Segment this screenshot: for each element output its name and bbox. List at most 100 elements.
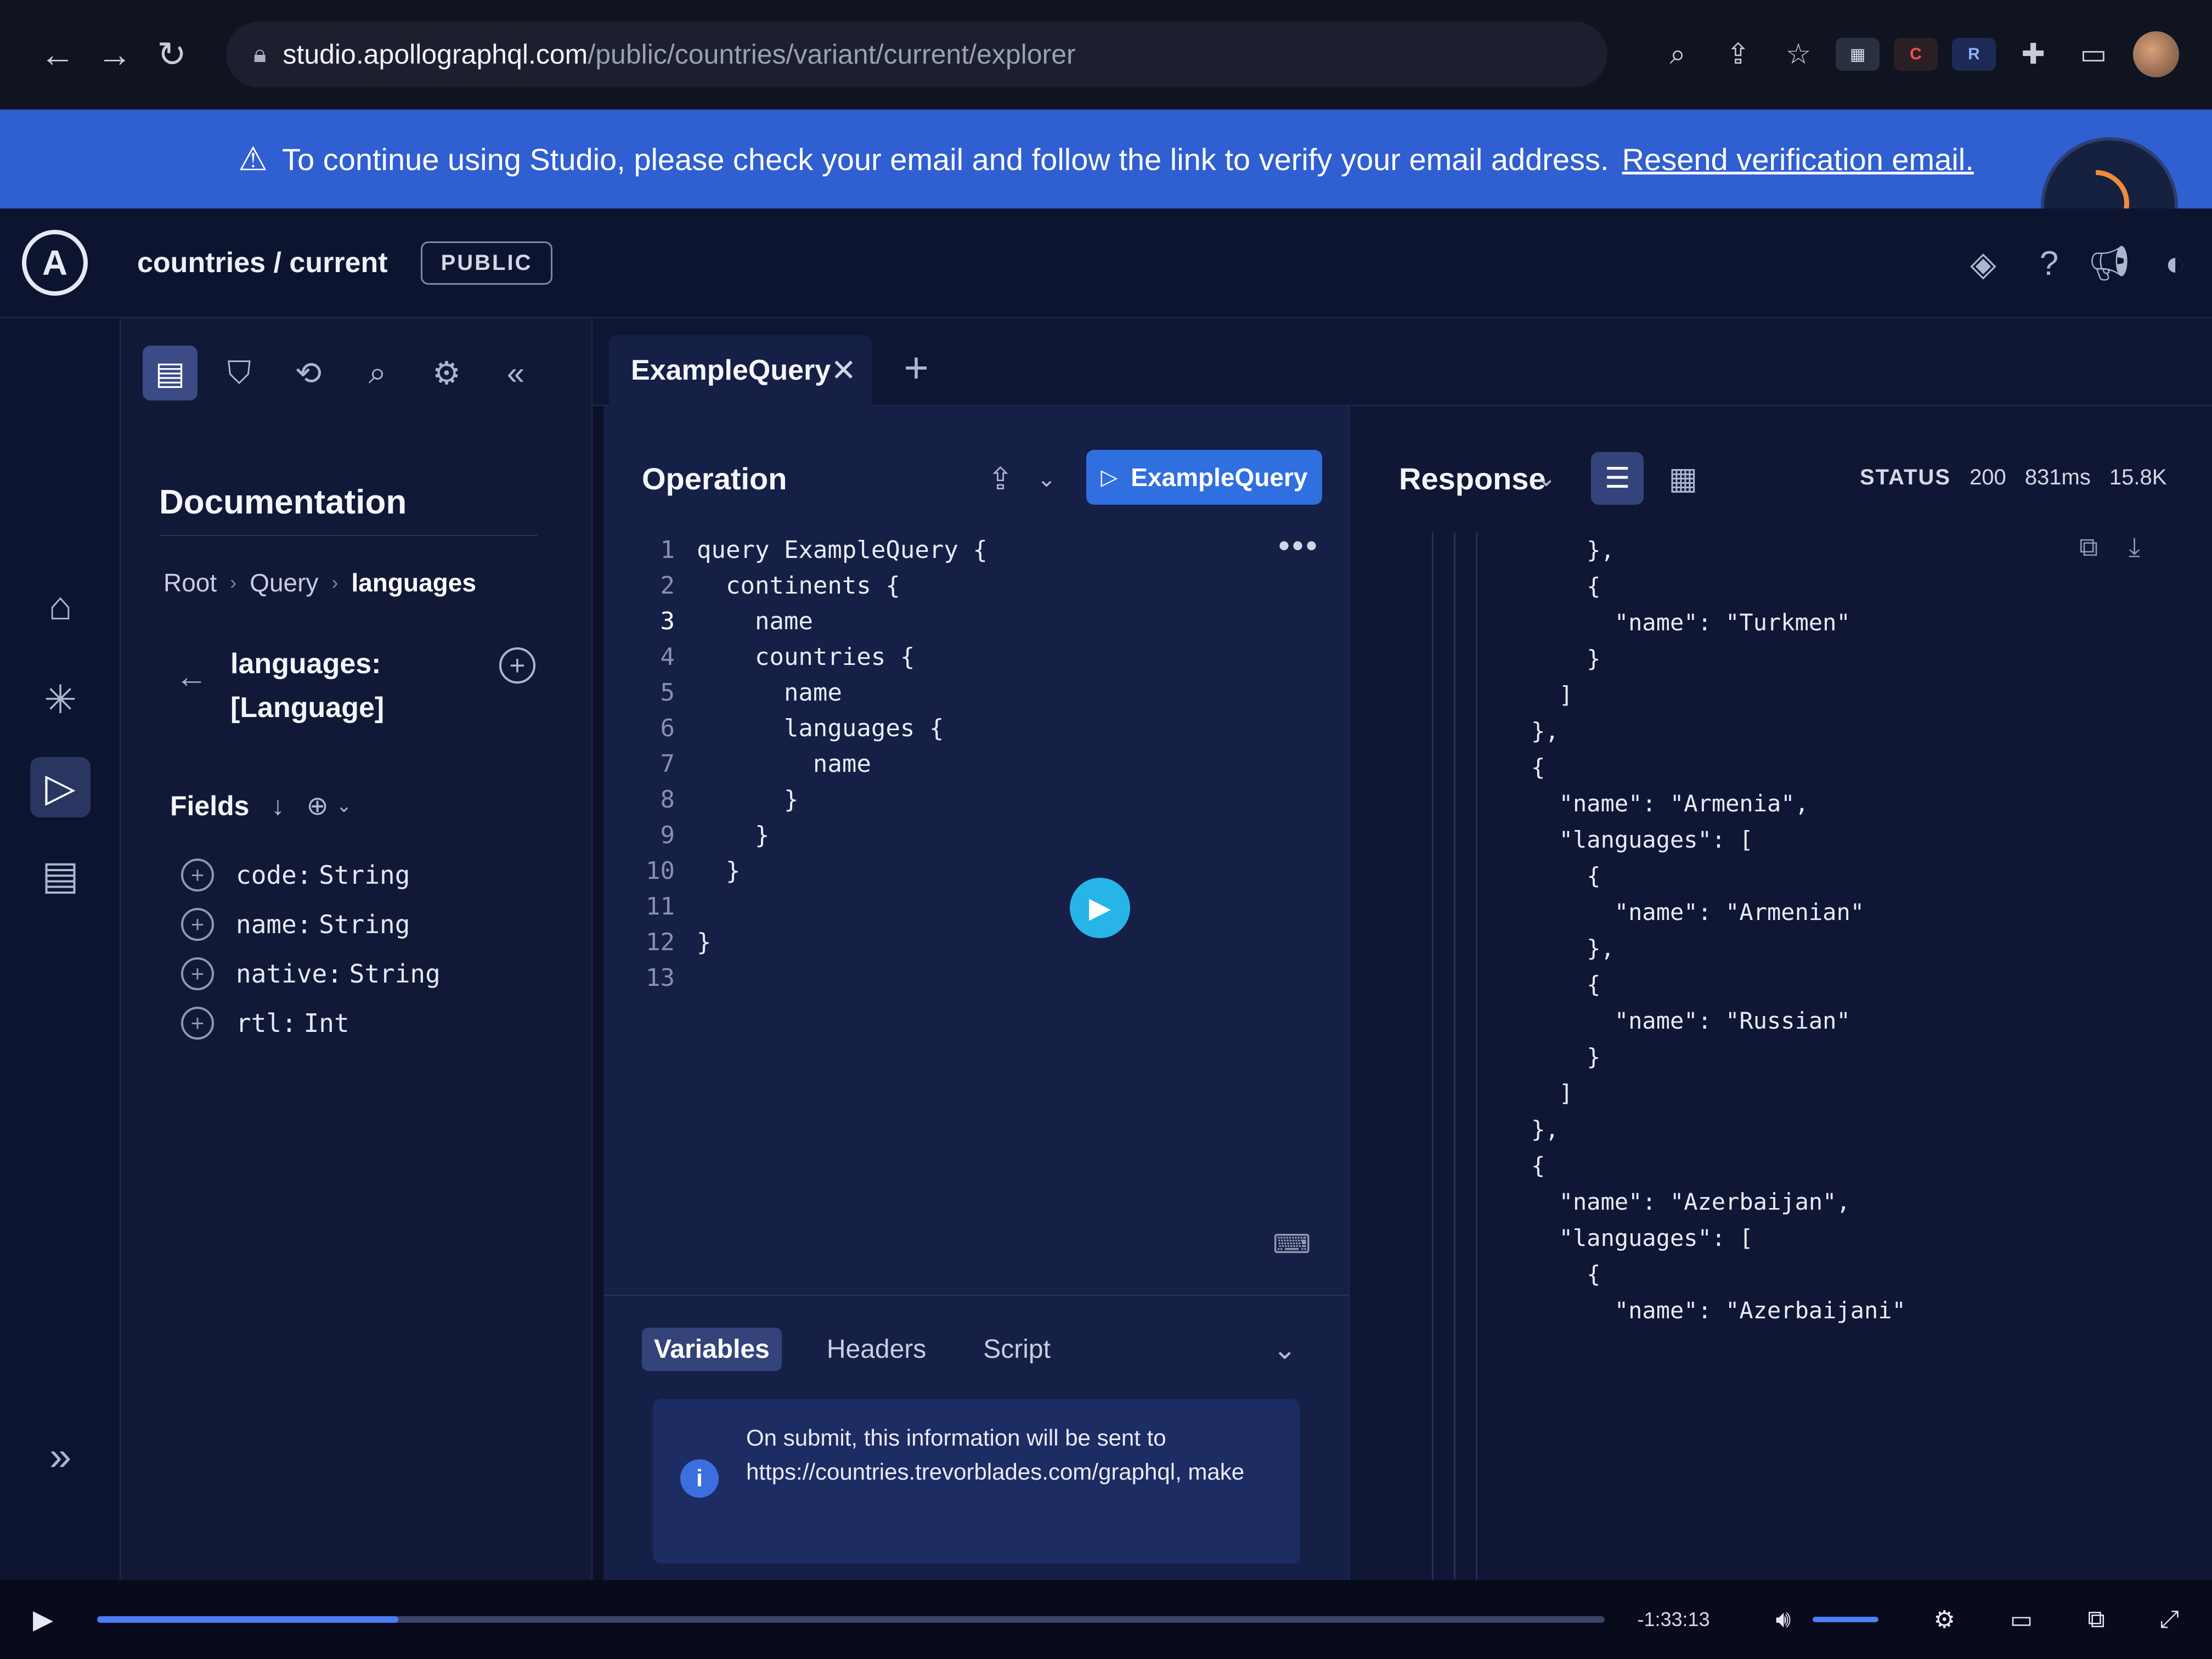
- line-number: 8: [660, 786, 675, 814]
- share-icon[interactable]: ⇪: [1715, 31, 1761, 77]
- add-all-fields-icon[interactable]: ⊕: [306, 791, 328, 821]
- add-field-icon[interactable]: +: [181, 1007, 214, 1040]
- field-row[interactable]: + native: String: [181, 949, 441, 998]
- apollo-logo[interactable]: A: [0, 208, 110, 318]
- code-line[interactable]: 12}: [636, 924, 1284, 960]
- new-tab-plus-icon[interactable]: +: [889, 340, 944, 395]
- response-json[interactable]: }, { "name": "Turkmen" } ] }, { "name": …: [1476, 532, 1906, 1329]
- add-field-icon[interactable]: +: [181, 908, 214, 941]
- table-view-icon[interactable]: ▦: [1657, 452, 1709, 505]
- tab-script[interactable]: Script: [971, 1328, 1063, 1371]
- video-progress-bar[interactable]: [97, 1616, 1605, 1623]
- announcement-icon[interactable]: 📢︎: [2085, 239, 2134, 288]
- copy-icon[interactable]: ⧉: [2079, 532, 2098, 563]
- resend-verification-link[interactable]: Resend verification email.: [1622, 142, 1974, 177]
- response-line: "languages": [: [1476, 826, 1753, 853]
- code-text: }: [697, 857, 741, 885]
- zoom-icon[interactable]: ⌕: [1655, 31, 1701, 77]
- fields-label: Fields: [170, 791, 250, 821]
- code-line[interactable]: 6 languages {: [636, 710, 1284, 746]
- code-line[interactable]: 2 continents {: [636, 568, 1284, 603]
- play-icon[interactable]: ▶: [33, 1604, 53, 1635]
- tab-variables[interactable]: Variables: [642, 1328, 782, 1371]
- json-view-icon[interactable]: ☰: [1591, 452, 1644, 505]
- fullscreen-icon[interactable]: ⤢: [2160, 1606, 2179, 1633]
- extension-r-icon[interactable]: R: [1952, 38, 1996, 71]
- keyboard-shortcuts-icon[interactable]: ⌨: [1273, 1229, 1311, 1260]
- field-type[interactable]: [Language]: [230, 686, 384, 730]
- code-line[interactable]: 8 }: [636, 782, 1284, 817]
- collapse-panel-icon[interactable]: «: [488, 346, 543, 400]
- code-line[interactable]: 9 }: [636, 817, 1284, 853]
- run-query-button[interactable]: ▷ ExampleQuery: [1086, 450, 1322, 505]
- tab-example-query[interactable]: ExampleQuery ✕: [609, 335, 872, 406]
- code-line[interactable]: 10 }: [636, 853, 1284, 889]
- field-row[interactable]: + name: String: [181, 900, 441, 949]
- more-options-icon[interactable]: •••: [1278, 527, 1319, 565]
- breadcrumb-root[interactable]: Root: [163, 568, 217, 597]
- explorer-icon[interactable]: ▷: [30, 757, 91, 817]
- chevron-down-icon[interactable]: ⌄: [336, 795, 352, 817]
- field-row-type[interactable]: Int: [304, 1008, 349, 1038]
- chevron-down-icon[interactable]: ⌄: [1037, 465, 1056, 492]
- code-text: }: [697, 821, 770, 849]
- extensions-puzzle-icon[interactable]: ✚: [2010, 31, 2056, 77]
- download-icon[interactable]: ⤓: [2129, 532, 2140, 563]
- chevron-down-icon[interactable]: ⌄: [1536, 464, 1556, 492]
- code-line[interactable]: 5 name: [636, 675, 1284, 710]
- back-arrow-icon[interactable]: ←: [176, 658, 207, 695]
- extension-new-icon[interactable]: ▦: [1836, 38, 1880, 71]
- expand-rail-icon[interactable]: »: [30, 1426, 91, 1487]
- home-icon[interactable]: ⌂: [30, 576, 91, 636]
- code-line[interactable]: 13: [636, 960, 1284, 996]
- add-field-icon[interactable]: +: [181, 859, 214, 891]
- video-play-overlay-icon[interactable]: ▶: [1070, 878, 1130, 938]
- documentation-icon[interactable]: ▤: [143, 346, 198, 400]
- reload-icon[interactable]: ↻: [147, 30, 196, 79]
- code-line[interactable]: 1 query ExampleQuery {: [636, 532, 1284, 568]
- code-line[interactable]: 4 countries {: [636, 639, 1284, 675]
- history-icon[interactable]: ⟲: [281, 346, 336, 400]
- field-row-type[interactable]: String: [319, 860, 410, 890]
- field-row[interactable]: + code: String: [181, 850, 441, 900]
- profile-avatar[interactable]: [2133, 31, 2179, 77]
- picture-in-picture-icon[interactable]: ⧉: [2087, 1606, 2104, 1633]
- response-title[interactable]: Response: [1399, 461, 1546, 496]
- add-field-icon[interactable]: +: [181, 957, 214, 990]
- forward-arrow-icon[interactable]: →: [90, 30, 139, 79]
- volume-slider[interactable]: [1813, 1617, 1879, 1622]
- add-field-button[interactable]: +: [499, 647, 535, 684]
- tab-headers[interactable]: Headers: [815, 1328, 938, 1371]
- address-bar[interactable]: 🔒︎ studio.apollographql.com/public/count…: [226, 21, 1607, 87]
- graph-title[interactable]: countries / current: [137, 246, 388, 279]
- code-text: name: [697, 607, 813, 635]
- code-line[interactable]: 7 name: [636, 746, 1284, 782]
- captions-icon[interactable]: ▭: [2010, 1606, 2033, 1634]
- bookmark-star-icon[interactable]: ☆: [1775, 31, 1821, 77]
- code-line[interactable]: 3 name: [636, 603, 1284, 639]
- changelog-icon[interactable]: ▤: [30, 845, 91, 905]
- field-row-type[interactable]: String: [319, 910, 410, 939]
- collapse-chevrons-icon[interactable]: ⌄: [1273, 1333, 1297, 1366]
- help-icon[interactable]: ?: [2024, 239, 2074, 288]
- field-row-type[interactable]: String: [349, 959, 441, 989]
- search-icon[interactable]: ⌕: [350, 346, 405, 400]
- close-icon[interactable]: ✕: [831, 352, 856, 388]
- query-editor[interactable]: 1 query ExampleQuery {2 continents {3 nam…: [636, 532, 1284, 996]
- code-line[interactable]: 11: [636, 889, 1284, 924]
- settings-gear-icon[interactable]: ⚙: [1933, 1606, 1955, 1634]
- code-text: }: [697, 928, 712, 956]
- sort-arrow-icon[interactable]: ↓: [271, 791, 284, 821]
- user-avatar-icon[interactable]: ◐: [2151, 239, 2200, 288]
- layers-icon[interactable]: ◈: [1959, 239, 2008, 288]
- back-arrow-icon[interactable]: ←: [33, 30, 82, 79]
- share-icon[interactable]: ⇪: [988, 461, 1013, 497]
- window-icon[interactable]: ▭: [2070, 31, 2117, 77]
- extension-c-icon[interactable]: C: [1894, 38, 1938, 71]
- field-row[interactable]: + rtl: Int: [181, 998, 441, 1048]
- volume-icon[interactable]: 🔊︎: [1776, 1606, 1791, 1633]
- breadcrumb-query[interactable]: Query: [250, 568, 318, 597]
- schema-graph-icon[interactable]: ✳: [30, 669, 91, 730]
- settings-gear-icon[interactable]: ⚙: [419, 346, 474, 400]
- collections-bookmark-icon[interactable]: ⛉: [212, 346, 267, 400]
